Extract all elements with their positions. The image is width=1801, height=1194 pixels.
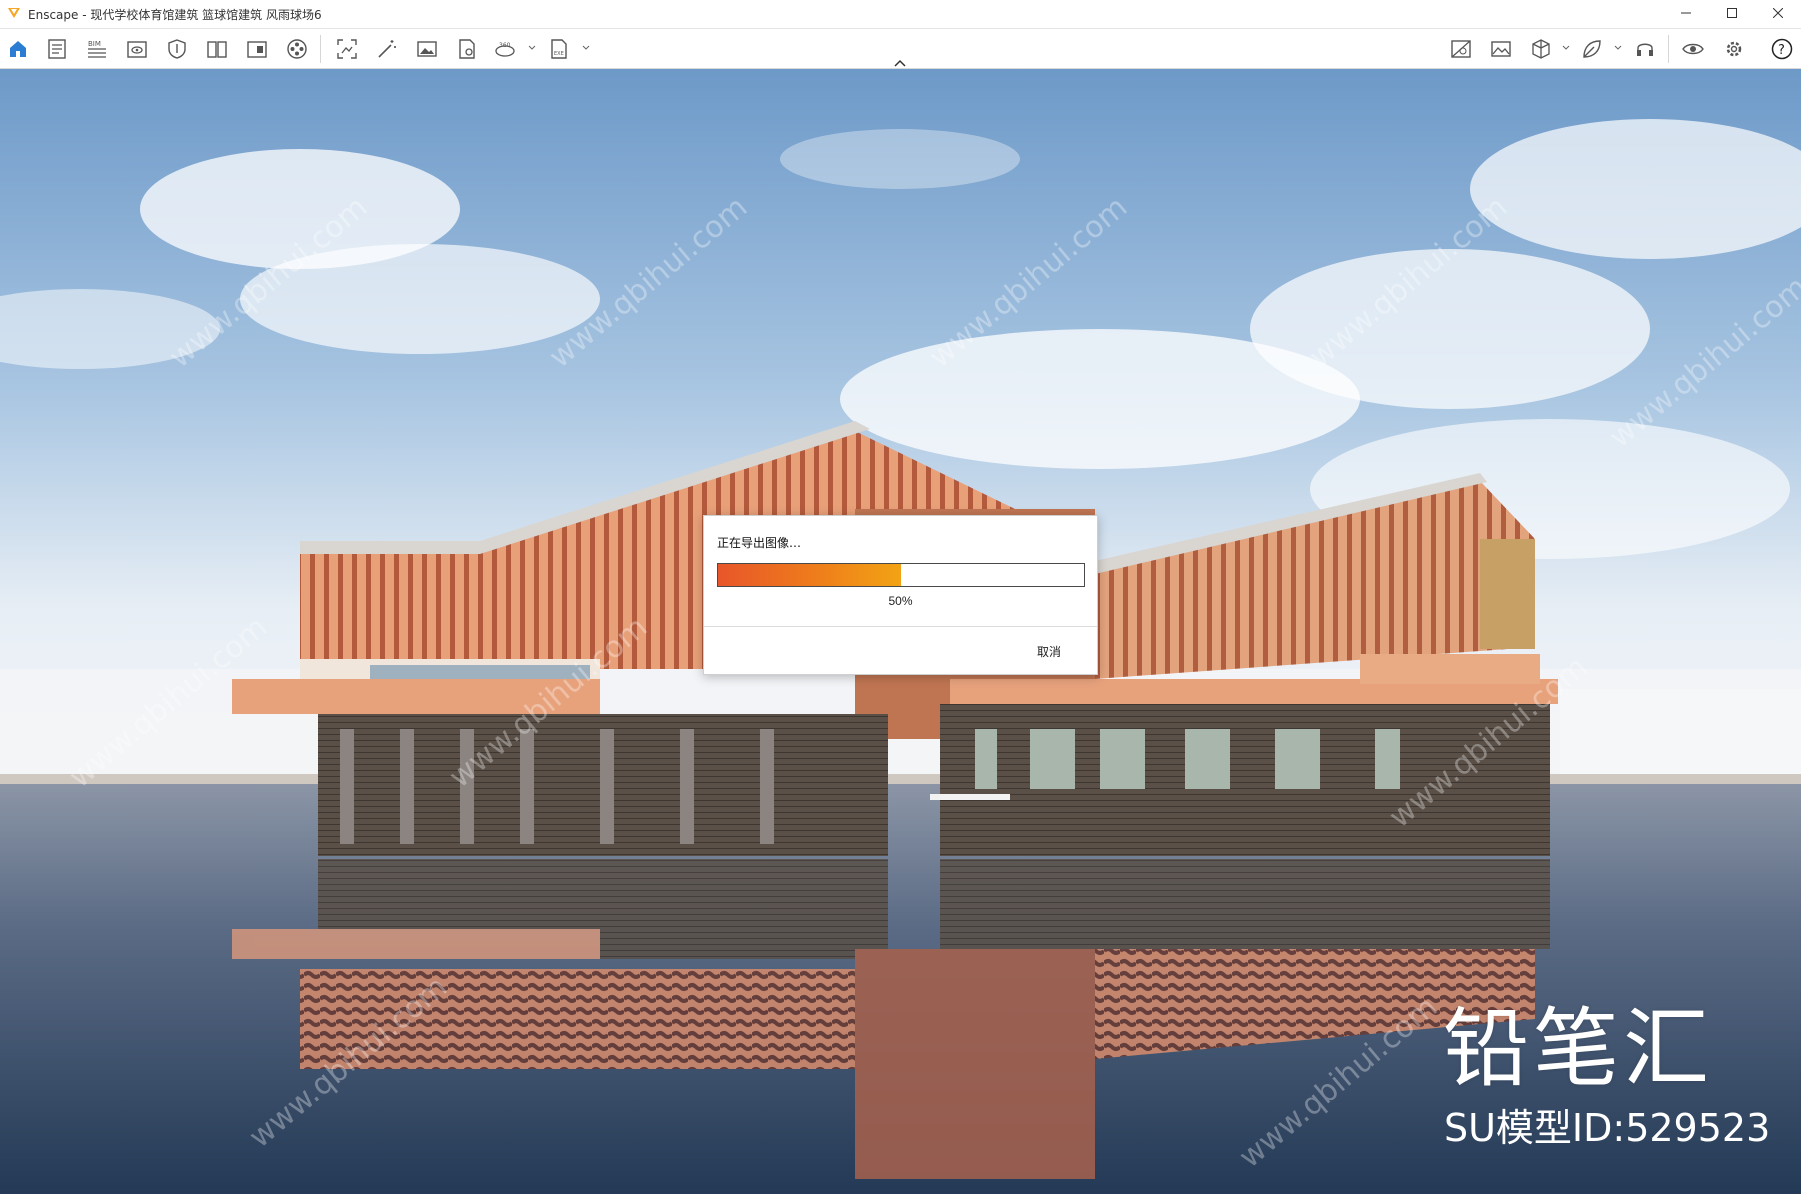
render-settings-icon (1451, 40, 1471, 58)
help-icon: ? (1771, 38, 1793, 60)
export-settings-icon (459, 39, 475, 59)
shield-button[interactable] (163, 35, 191, 63)
document-button[interactable] (43, 35, 71, 63)
shield-icon (168, 39, 186, 59)
screenshot-button[interactable] (333, 35, 361, 63)
image-icon (417, 41, 437, 57)
svg-text:EXE: EXE (554, 51, 564, 57)
chevron-down-icon[interactable] (528, 45, 536, 51)
home-button[interactable] (4, 35, 32, 63)
help-button[interactable]: ? (1768, 35, 1796, 63)
asset-library-button[interactable] (1578, 35, 1606, 63)
maximize-button[interactable] (1709, 0, 1755, 28)
progress-fill (718, 564, 901, 586)
render-settings-button[interactable] (1447, 35, 1475, 63)
screenshot-icon (337, 39, 357, 59)
headset-icon (1637, 43, 1653, 56)
minimize-button[interactable] (1663, 0, 1709, 28)
toolbar-separator (1668, 35, 1669, 63)
export-progress-dialog: 正在导出图像… 50% 取消 (703, 515, 1098, 675)
chevron-down-icon[interactable] (582, 45, 590, 51)
maximize-icon (1727, 8, 1737, 18)
image-button[interactable] (413, 35, 441, 63)
cube-button[interactable] (1527, 35, 1555, 63)
document-icon (48, 39, 66, 59)
atmosphere-button[interactable] (1487, 35, 1515, 63)
home-icon (10, 41, 26, 57)
toolbar-separator (320, 35, 321, 63)
watermark-model-id: SU模型ID:529523 (1444, 1106, 1771, 1150)
toolbar: BIM 360 EXE ? (0, 29, 1801, 69)
360-panorama-icon: 360 (495, 42, 515, 57)
minimize-icon (1681, 12, 1691, 14)
dialog-divider (704, 626, 1097, 627)
chevron-down-icon[interactable] (1614, 45, 1622, 51)
film-reel-button[interactable] (283, 35, 311, 63)
panorama-icon (247, 41, 267, 58)
leaf-icon (1583, 40, 1601, 58)
dialog-title: 正在导出图像… (717, 536, 802, 550)
chevron-down-icon[interactable] (1562, 45, 1570, 51)
360-panorama-button[interactable]: 360 (491, 35, 519, 63)
visibility-button[interactable] (1679, 35, 1707, 63)
title-bar: Enscape - 现代学校体育馆建筑 篮球馆建筑 风雨球场6 (0, 0, 1801, 29)
magic-wand-button[interactable] (373, 35, 401, 63)
magic-wand-icon (378, 40, 396, 58)
bim-button[interactable]: BIM (83, 35, 111, 63)
views-icon (207, 41, 227, 58)
views-button[interactable] (203, 35, 231, 63)
enscape-logo-icon (8, 8, 20, 18)
cancel-button[interactable]: 取消 (1017, 640, 1081, 664)
eye-panel-icon (127, 41, 147, 58)
export-progress-bar (717, 563, 1085, 587)
film-reel-icon (287, 39, 307, 59)
eye-panel-button[interactable] (123, 35, 151, 63)
chevron-up-icon[interactable] (892, 58, 908, 68)
window-title: Enscape - 现代学校体育馆建筑 篮球馆建筑 风雨球场6 (28, 8, 322, 22)
vr-headset-button[interactable] (1631, 35, 1659, 63)
exe-export-button[interactable]: EXE (545, 35, 573, 63)
settings-icon (1726, 41, 1742, 57)
export-settings-button[interactable] (453, 35, 481, 63)
progress-percent-label: 50% (888, 594, 913, 608)
panorama-button[interactable] (243, 35, 271, 63)
close-button[interactable] (1755, 0, 1801, 28)
svg-text:360: 360 (499, 42, 511, 49)
svg-text:?: ? (1778, 43, 1785, 58)
exe-export-icon: EXE (551, 39, 567, 59)
svg-text:BIM: BIM (88, 40, 101, 48)
close-icon (1772, 7, 1784, 19)
atmosphere-icon (1491, 41, 1511, 57)
settings-button[interactable] (1720, 35, 1748, 63)
cube-icon (1532, 39, 1550, 59)
bim-icon: BIM (88, 40, 106, 58)
visibility-icon (1682, 43, 1704, 55)
watermark-brand: 铅笔汇 (1443, 999, 1713, 1099)
